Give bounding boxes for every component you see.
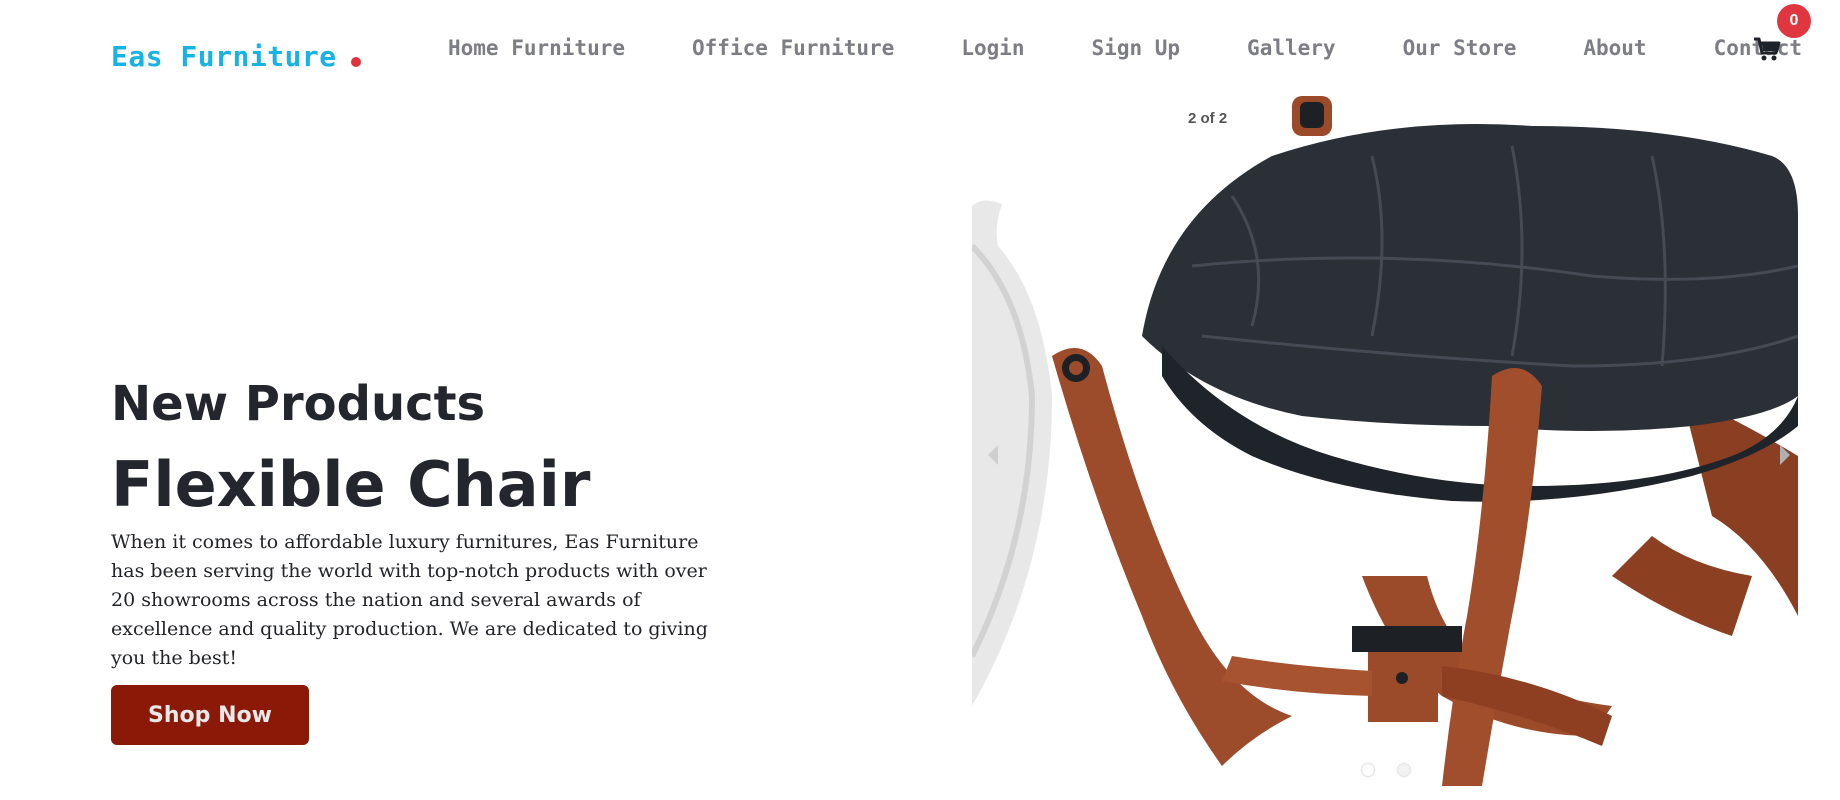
nav-gallery[interactable]: Gallery — [1247, 34, 1336, 62]
brand-dot-icon — [350, 56, 361, 67]
hero-eyebrow: New Products — [111, 376, 486, 432]
hero-title: Flexible Chair — [111, 448, 591, 521]
carousel-indicators — [1362, 764, 1434, 776]
carousel-next-icon[interactable] — [1774, 440, 1794, 470]
nav-sign-up[interactable]: Sign Up — [1092, 34, 1181, 62]
hero-description: When it comes to affordable luxury furni… — [111, 531, 708, 669]
product-carousel — [972, 96, 1798, 800]
carousel-dot-2[interactable] — [1398, 764, 1410, 776]
nav-our-store[interactable]: Our Store — [1403, 34, 1517, 62]
main-nav: Home Furniture Office Furniture Login Si… — [448, 34, 1840, 62]
slide-counter: 2 of 2 — [1188, 110, 1228, 127]
brand-name: Eas Furniture — [111, 40, 337, 73]
nav-about[interactable]: About — [1583, 34, 1646, 62]
carousel-dot-1[interactable] — [1362, 764, 1374, 776]
brand-logo[interactable]: Eas Furniture — [111, 40, 361, 73]
nav-login[interactable]: Login — [961, 34, 1024, 62]
nav-home-furniture[interactable]: Home Furniture — [448, 34, 625, 62]
nav-office-furniture[interactable]: Office Furniture — [692, 34, 894, 62]
site-header: Eas Furniture Home Furniture Office Furn… — [0, 0, 1840, 100]
product-image — [972, 96, 1798, 786]
cart-count-badge: 0 — [1777, 4, 1811, 38]
shopping-cart-icon[interactable] — [1752, 34, 1782, 64]
shop-now-button[interactable]: Shop Now — [111, 685, 309, 745]
carousel-prev-icon[interactable] — [984, 440, 1004, 470]
